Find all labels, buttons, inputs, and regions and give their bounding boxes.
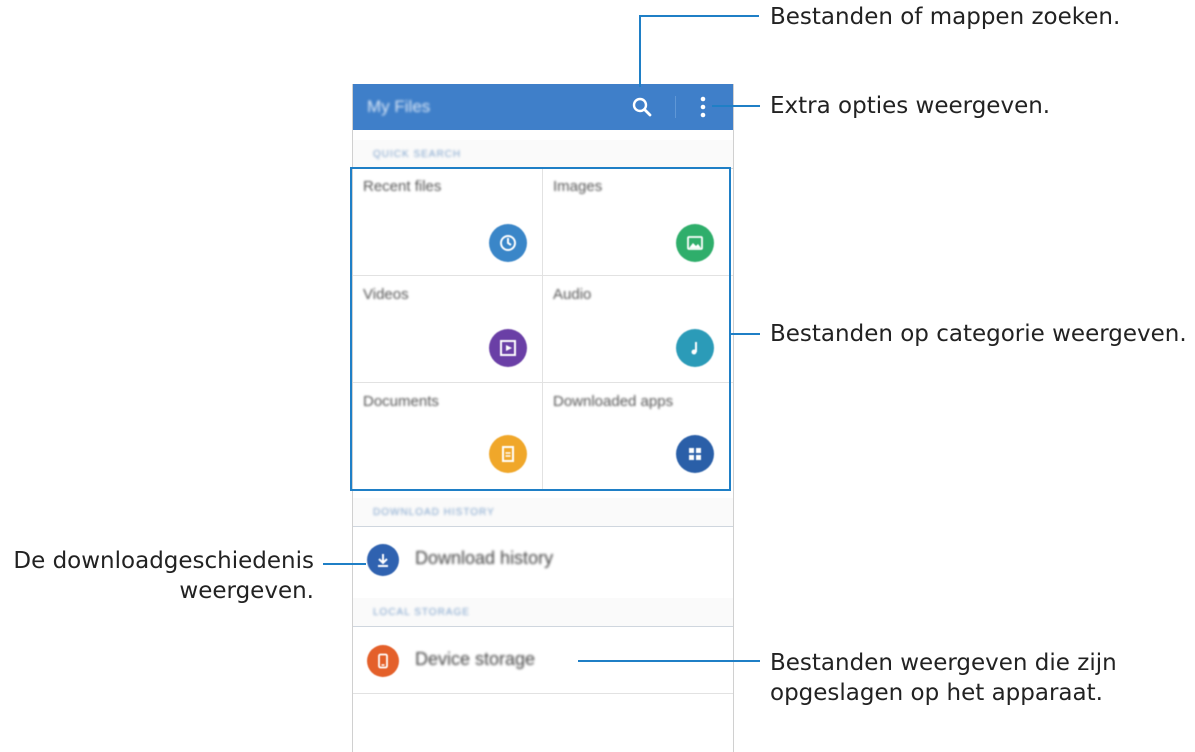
callout-categories: Bestanden op categorie weergeven. xyxy=(770,321,1187,347)
app-title: My Files xyxy=(367,97,431,116)
callout-device-storage: Bestanden weergeven die zijn opgeslagen … xyxy=(770,648,1117,708)
list-item-label: Download history xyxy=(415,548,554,568)
video-icon xyxy=(489,329,527,367)
more-options-button[interactable] xyxy=(693,92,713,122)
callout-line-2: weergeven. xyxy=(179,578,314,604)
callout-line-more xyxy=(712,105,760,107)
apps-icon xyxy=(676,435,714,473)
callout-line-search xyxy=(639,15,641,87)
category-grid: Recent files Images Videos Audio Documen… xyxy=(353,168,733,491)
callout-download-history: De downloadgeschiedenis weergeven. xyxy=(0,546,314,606)
callout-more-options: Extra opties weergeven. xyxy=(770,93,1051,119)
callout-line-download-history xyxy=(323,563,366,565)
category-label: Downloaded apps xyxy=(553,393,674,410)
callout-search: Bestanden of mappen zoeken. xyxy=(770,4,1121,30)
app-bar: My Files xyxy=(353,84,733,130)
callout-line-1: De downloadgeschiedenis xyxy=(13,548,314,574)
callout-line-1: Bestanden weergeven die zijn xyxy=(770,650,1117,676)
section-header-quick-search: QUICK SEARCH xyxy=(353,140,733,169)
category-label: Documents xyxy=(363,393,439,410)
section-header-local-storage: LOCAL STORAGE xyxy=(353,598,733,627)
search-button[interactable] xyxy=(627,92,657,122)
category-downloaded-apps[interactable]: Downloaded apps xyxy=(543,383,732,490)
section-header-download-history: DOWNLOAD HISTORY xyxy=(353,498,733,527)
music-icon xyxy=(676,329,714,367)
phone-screen: My Files QUICK SEARCH Recent files Image… xyxy=(352,84,734,752)
download-icon xyxy=(367,544,399,576)
category-label: Recent files xyxy=(363,178,442,195)
more-vertical-icon xyxy=(700,96,706,118)
callout-line-2: opgeslagen op het apparaat. xyxy=(770,680,1103,706)
category-label: Images xyxy=(553,178,603,195)
category-videos[interactable]: Videos xyxy=(353,276,542,383)
search-icon xyxy=(632,97,652,117)
category-recent-files[interactable]: Recent files xyxy=(353,168,542,275)
callout-line-device-storage xyxy=(578,660,760,662)
section-title: QUICK SEARCH xyxy=(373,149,462,160)
category-documents[interactable]: Documents xyxy=(353,383,542,490)
image-icon xyxy=(676,224,714,262)
list-item-label: Device storage xyxy=(415,649,536,669)
phone-icon xyxy=(367,645,399,677)
callout-line-search xyxy=(639,15,759,17)
clock-icon xyxy=(489,224,527,262)
category-label: Videos xyxy=(363,286,409,303)
section-title: DOWNLOAD HISTORY xyxy=(373,507,495,518)
callout-line-categories xyxy=(731,333,760,335)
document-icon xyxy=(489,435,527,473)
category-label: Audio xyxy=(553,286,592,303)
section-title: LOCAL STORAGE xyxy=(373,607,470,618)
category-images[interactable]: Images xyxy=(543,168,732,275)
appbar-divider xyxy=(675,96,676,118)
category-audio[interactable]: Audio xyxy=(543,276,732,383)
download-history-item[interactable]: Download history xyxy=(353,528,733,592)
list-divider xyxy=(353,693,733,694)
